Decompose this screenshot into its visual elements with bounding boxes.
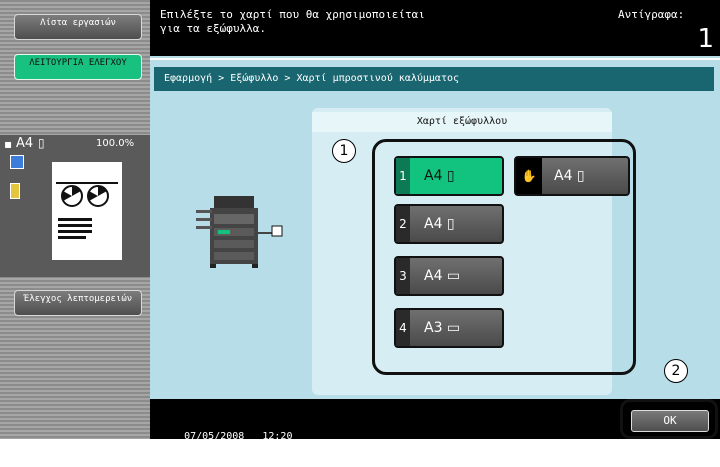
check-details-button[interactable]: Έλεγχος λεπτομερειών: [14, 290, 142, 316]
tray-number: 2: [396, 206, 410, 242]
paper-stack-icon: [10, 183, 20, 199]
tray-number: 4: [396, 310, 410, 346]
tray-paper-label: A4 ▯: [554, 168, 585, 184]
breadcrumb: Εφαρμογή > Εξώφυλλο > Χαρτί μπροστινού κ…: [154, 67, 714, 91]
callout-2: 2: [664, 359, 688, 383]
instruction-message: Επιλέξτε το χαρτί που θα χρησιμοποιείται…: [160, 8, 425, 35]
tray-1-button[interactable]: 1 A4 ▯: [394, 156, 504, 196]
tray-2-button[interactable]: 2 A4 ▯: [394, 204, 504, 244]
memory-label: Μνήμη: [160, 443, 191, 454]
tray-4-button[interactable]: 4 A3 ▭: [394, 308, 504, 348]
ok-button-frame: OK: [620, 399, 718, 439]
tray-paper-label: A4 ▭: [424, 268, 461, 284]
check-function-label: ΛΕΙΤΟΥΡΓΙΑ ΕΛΕΓΧΟΥ: [29, 58, 127, 68]
preview-zoom: 100.0%: [96, 138, 135, 149]
tray-paper-label: A4 ▯: [424, 216, 455, 232]
footer-bar: 07/05/2008 12:20 Μνήμη 100% OK: [150, 399, 720, 454]
tray-paper-label: A3 ▭: [424, 320, 461, 336]
document-preview-illustration: [56, 182, 118, 239]
divider: [150, 58, 720, 60]
paper-icon: ▪: [4, 137, 13, 151]
job-list-label: Λίστα εργασιών: [40, 18, 116, 28]
callout-1: 1: [332, 139, 356, 163]
document-preview: [52, 162, 122, 260]
header-bar: Επιλέξτε το χαρτί που θα χρησιμοποιείται…: [150, 0, 720, 56]
manual-bypass-button[interactable]: ✋ A4 ▯: [514, 156, 630, 196]
memory-value: 100%: [238, 443, 263, 454]
left-panel: Λίστα εργασιών ΛΕΙΤΟΥΡΓΙΑ ΕΛΕΓΧΟΥ ▪ A4 ▯…: [0, 0, 150, 439]
ok-button[interactable]: OK: [631, 410, 709, 432]
copies-label: Αντίγραφα:: [618, 8, 685, 21]
datetime-block: 07/05/2008 12:20 Μνήμη 100%: [160, 419, 292, 467]
portrait-icon: ▯: [38, 136, 45, 150]
check-details-label: Έλεγχος λεπτομερειών: [23, 294, 133, 304]
check-function-button[interactable]: ΛΕΙΤΟΥΡΓΙΑ ΕΛΕΓΧΟΥ: [14, 54, 142, 80]
job-list-button[interactable]: Λίστα εργασιών: [14, 14, 142, 40]
panel-title: Χαρτί εξώφυλλου: [312, 112, 612, 132]
hand-icon: ✋: [516, 158, 542, 194]
tray-number: 3: [396, 258, 410, 294]
footer-date: 07/05/2008: [184, 431, 245, 442]
tray-3-button[interactable]: 3 A4 ▭: [394, 256, 504, 296]
copies-count: 1: [697, 24, 714, 54]
preview-paper-size: A4: [16, 136, 34, 151]
copier-machine-icon: [196, 196, 283, 268]
footer-time: 12:20: [262, 431, 293, 442]
tray-paper-label: A4 ▯: [424, 168, 455, 184]
cover-sheet-icon: [10, 155, 24, 169]
tray-number: 1: [396, 158, 410, 194]
main-content: Εφαρμογή > Εξώφυλλο > Χαρτί μπροστινού κ…: [150, 56, 720, 399]
